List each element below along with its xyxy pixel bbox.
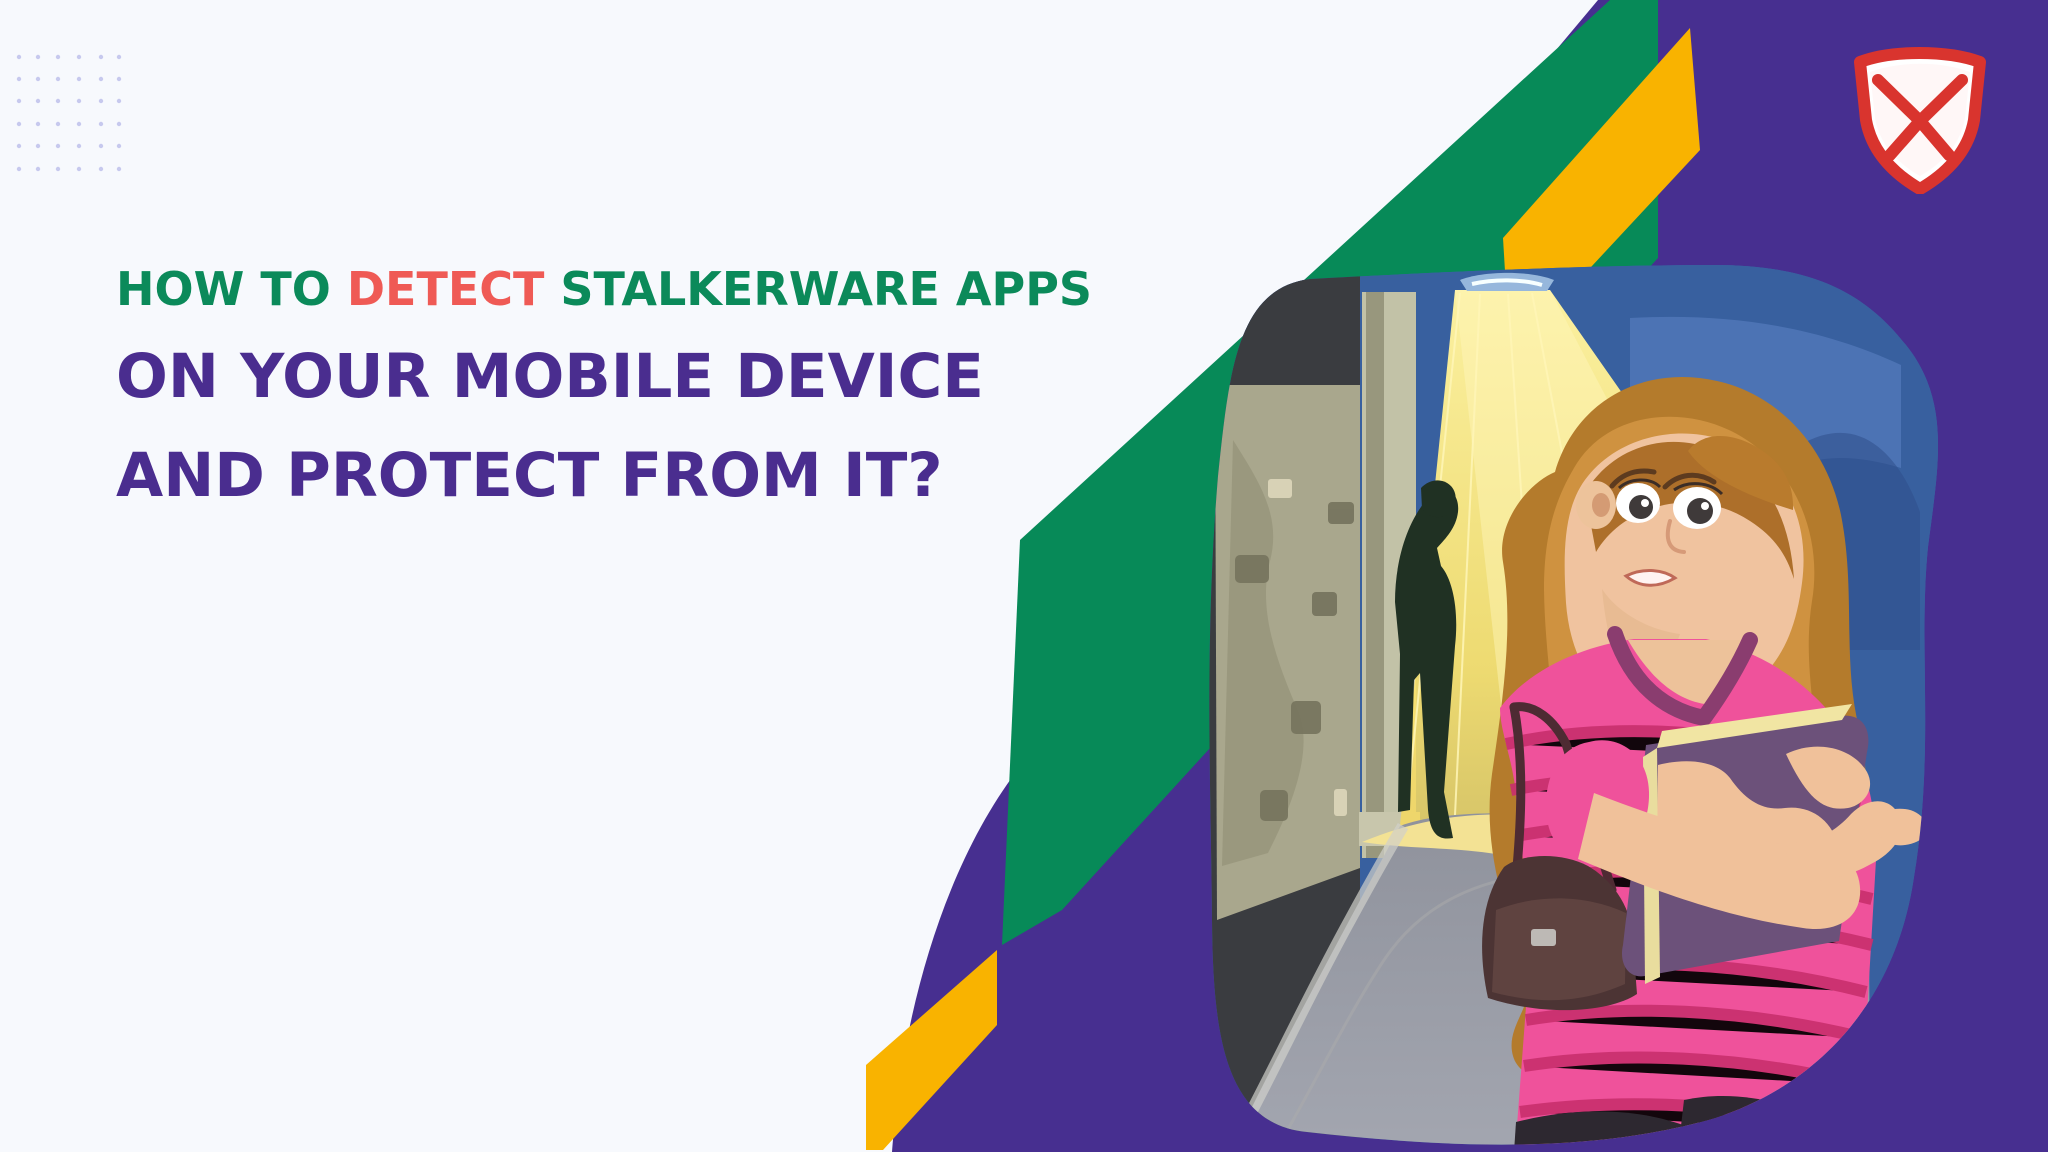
stalkerware-banner: HOW TO DETECT STALKERWARE APPS ON YOUR M… xyxy=(0,0,2048,1152)
worried-girl-stalker-illustration xyxy=(866,0,2048,1152)
headline: HOW TO DETECT STALKERWARE APPS ON YOUR M… xyxy=(116,266,1236,506)
headline-line-2: ON YOUR MOBILE DEVICE xyxy=(116,341,984,412)
headline-line-1-suffix: STALKERWARE APPS xyxy=(544,262,1093,316)
headline-line-1: HOW TO DETECT STALKERWARE APPS xyxy=(116,266,1236,312)
headline-line-1-prefix: HOW TO xyxy=(116,262,347,316)
headline-line-3: AND PROTECT FROM IT? xyxy=(116,440,943,511)
headline-highlight-detect: DETECT xyxy=(346,262,545,316)
shield-envelope-logo xyxy=(1854,47,1986,194)
